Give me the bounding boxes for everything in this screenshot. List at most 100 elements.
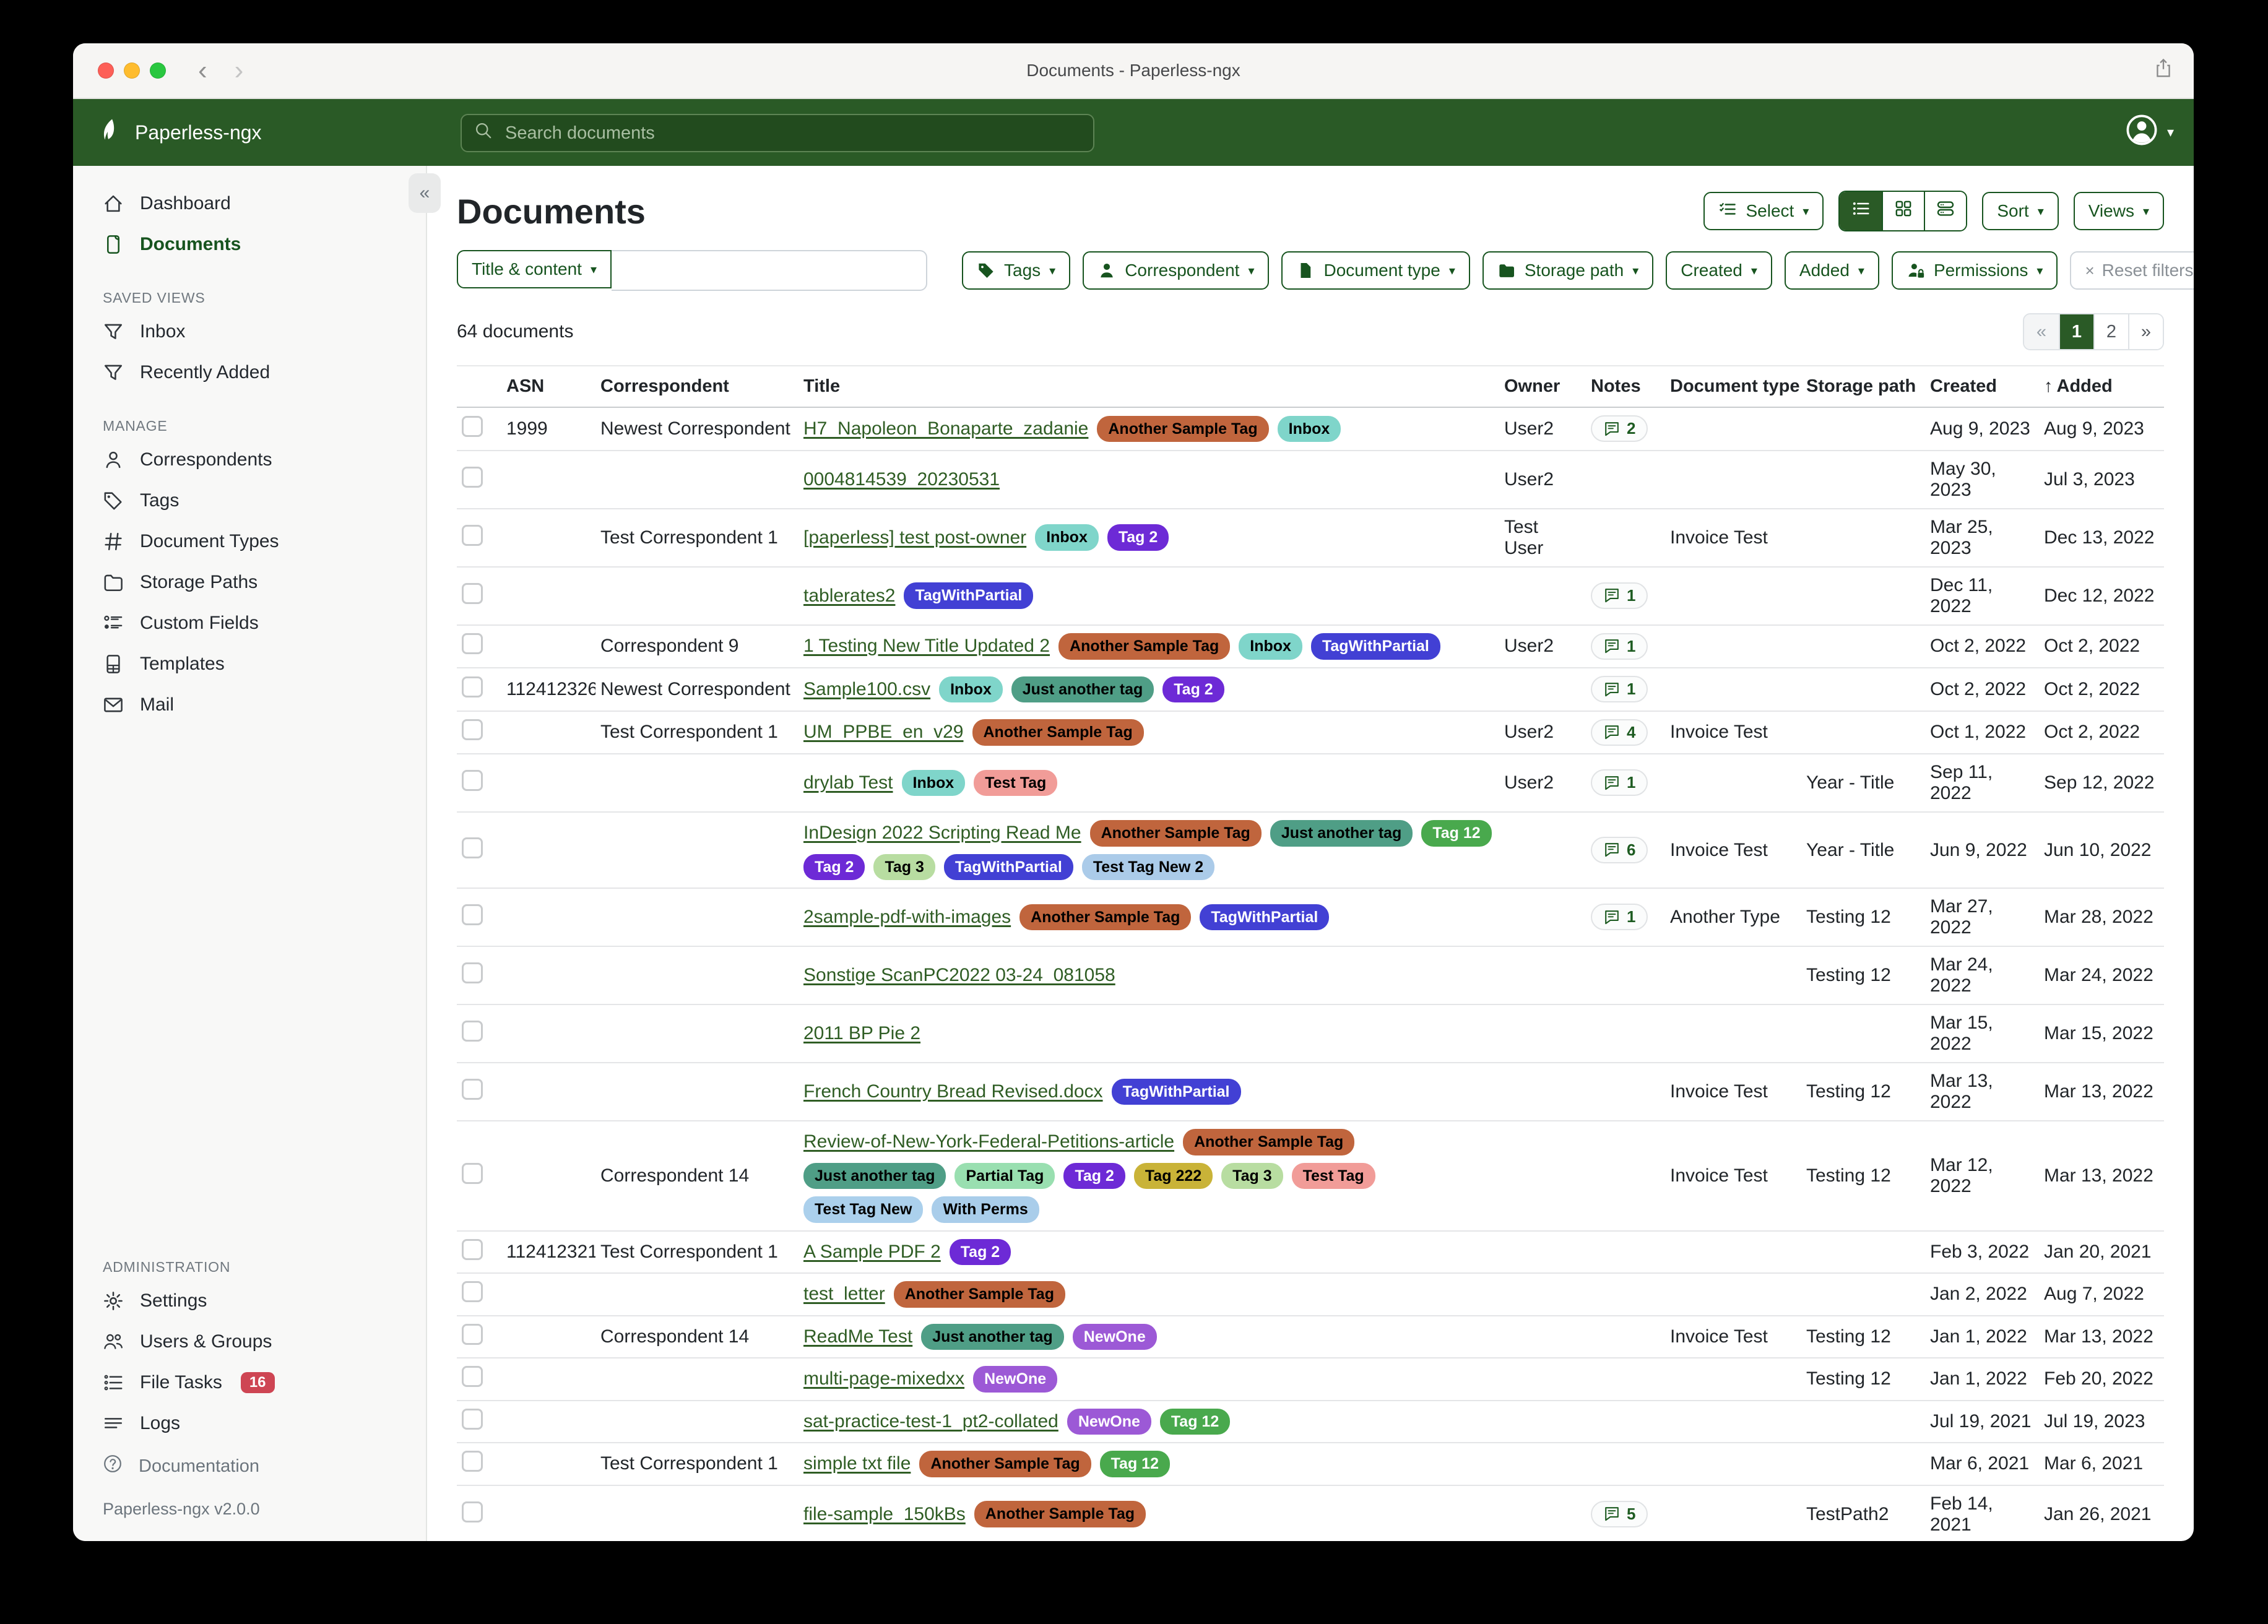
list-view-button[interactable] (1840, 192, 1882, 230)
user-menu[interactable]: ▾ (2125, 99, 2174, 166)
filter-button-added[interactable]: Added▾ (1785, 251, 1879, 290)
correspondent-link[interactable]: Newest Correspondent (600, 679, 790, 699)
row-checkbox[interactable] (462, 904, 483, 925)
sidebar-item-dashboard[interactable]: Dashboard (73, 183, 426, 224)
row-checkbox[interactable] (462, 1163, 483, 1184)
document-link[interactable]: 2sample-pdf-with-images (803, 907, 1011, 928)
row-checkbox[interactable] (462, 1409, 483, 1430)
notes-button[interactable]: 4 (1591, 719, 1648, 746)
row-checkbox[interactable] (462, 1366, 483, 1387)
row-checkbox[interactable] (462, 583, 483, 604)
sidebar-item-file-tasks[interactable]: File Tasks16 (73, 1362, 426, 1403)
row-checkbox[interactable] (462, 837, 483, 858)
document-link[interactable]: drylab Test (803, 772, 893, 793)
row-checkbox[interactable] (462, 633, 483, 654)
tag-badge[interactable]: Tag 3 (873, 854, 935, 881)
tag-badge[interactable]: Another Sample Tag (1019, 904, 1191, 931)
forward-icon[interactable]: › (235, 57, 244, 84)
document-link[interactable]: Sample100.csv (803, 679, 930, 700)
row-checkbox[interactable] (462, 1451, 483, 1472)
tag-badge[interactable]: Tag 2 (1107, 524, 1169, 551)
filter-button-storage-path[interactable]: Storage path▾ (1482, 251, 1653, 290)
tag-badge[interactable]: Just another tag (1270, 820, 1413, 847)
document-link[interactable]: tablerates2 (803, 585, 895, 607)
tag-badge[interactable]: NewOne (1073, 1324, 1157, 1350)
sidebar-item-documents[interactable]: Documents (73, 224, 426, 265)
sidebar-item-documentation[interactable]: Documentation (73, 1444, 426, 1488)
sidebar-item-mail[interactable]: Mail (73, 685, 426, 725)
filter-button-created[interactable]: Created▾ (1666, 251, 1772, 290)
row-checkbox[interactable] (462, 1501, 483, 1522)
tag-badge[interactable]: Just another tag (803, 1163, 946, 1190)
document-link[interactable]: A Sample PDF 2 (803, 1242, 941, 1263)
tag-badge[interactable]: Test Tag New 2 (1082, 854, 1214, 881)
tag-badge[interactable]: TagWithPartial (1112, 1079, 1241, 1105)
zoom-window-button[interactable] (150, 63, 166, 79)
detail-view-button[interactable] (1924, 192, 1966, 230)
tag-badge[interactable]: Tag 12 (1421, 820, 1491, 847)
notes-button[interactable]: 2 (1591, 415, 1648, 442)
filter-button-document-type[interactable]: Document type▾ (1281, 251, 1469, 290)
sidebar-item-custom-fields[interactable]: Custom Fields (73, 603, 426, 644)
tag-badge[interactable]: TagWithPartial (944, 854, 1073, 881)
tag-badge[interactable]: Inbox (1278, 416, 1341, 443)
sidebar-item-users-groups[interactable]: Users & Groups (73, 1321, 426, 1362)
correspondent-link[interactable]: Correspondent 14 (600, 1165, 749, 1186)
column-header-notes[interactable]: Notes (1586, 366, 1665, 407)
tag-badge[interactable]: Another Sample Tag (1090, 820, 1262, 847)
sidebar-item-templates[interactable]: Templates (73, 644, 426, 685)
tag-badge[interactable]: Test Tag New (803, 1196, 923, 1223)
document-link[interactable]: H7_Napoleon_Bonaparte_zadanie (803, 418, 1088, 439)
notes-button[interactable]: 1 (1591, 769, 1648, 796)
row-checkbox[interactable] (462, 525, 483, 546)
column-header-created[interactable]: Created (1925, 366, 2039, 407)
tag-badge[interactable]: Tag 12 (1100, 1451, 1170, 1477)
document-link[interactable]: 2011 BP Pie 2 (803, 1023, 920, 1044)
document-link[interactable]: 1 Testing New Title Updated 2 (803, 636, 1050, 657)
document-link[interactable]: French Country Bread Revised.docx (803, 1081, 1103, 1102)
back-icon[interactable]: ‹ (198, 57, 207, 84)
row-checkbox[interactable] (462, 676, 483, 698)
row-checkbox[interactable] (462, 467, 483, 488)
column-header-title[interactable]: Title (799, 366, 1499, 407)
tag-badge[interactable]: Inbox (1239, 633, 1302, 660)
title-content-input[interactable] (612, 250, 927, 291)
tag-badge[interactable]: TagWithPartial (1200, 904, 1329, 931)
sidebar-item-document-types[interactable]: Document Types (73, 521, 426, 562)
tag-badge[interactable]: NewOne (973, 1366, 1057, 1393)
row-checkbox[interactable] (462, 1324, 483, 1345)
share-icon[interactable] (2153, 58, 2174, 84)
column-header-document-type[interactable]: Document type (1665, 366, 1801, 407)
tag-badge[interactable]: Tag 3 (1221, 1163, 1283, 1190)
tag-badge[interactable]: Tag 222 (1134, 1163, 1213, 1190)
row-checkbox[interactable] (462, 719, 483, 740)
tag-badge[interactable]: NewOne (1067, 1409, 1151, 1435)
reset-filters-button[interactable]: × Reset filters (2070, 251, 2194, 290)
correspondent-link[interactable]: Correspondent 9 (600, 636, 738, 656)
correspondent-link[interactable]: Test Correspondent 1 (600, 722, 778, 742)
document-link[interactable]: sat-practice-test-1_pt2-collated (803, 1411, 1058, 1432)
row-checkbox[interactable] (462, 1281, 483, 1302)
grid-view-button[interactable] (1882, 192, 1924, 230)
row-checkbox[interactable] (462, 962, 483, 983)
tag-badge[interactable]: Tag 2 (1063, 1163, 1125, 1190)
filter-button-permissions[interactable]: Permissions▾ (1892, 251, 2058, 290)
document-link[interactable]: Review-of-New-York-Federal-Petitions-art… (803, 1131, 1174, 1152)
row-checkbox[interactable] (462, 1079, 483, 1100)
sort-button[interactable]: Sort▾ (1982, 192, 2058, 230)
tag-badge[interactable]: Inbox (1035, 524, 1099, 551)
minimize-window-button[interactable] (124, 63, 140, 79)
tag-badge[interactable]: Just another tag (921, 1324, 1063, 1350)
notes-button[interactable]: 6 (1591, 837, 1648, 863)
tag-badge[interactable]: Another Sample Tag (974, 1501, 1146, 1527)
tag-badge[interactable]: Just another tag (1011, 676, 1154, 703)
sidebar-collapse-button[interactable]: « (409, 173, 441, 213)
page-1-button[interactable]: 1 (2059, 314, 2093, 349)
document-link[interactable]: 0004814539_20230531 (803, 469, 1000, 490)
tag-badge[interactable]: Test Tag (1292, 1163, 1375, 1190)
app-brand[interactable]: Paperless-ngx (98, 117, 262, 148)
notes-button[interactable]: 1 (1591, 676, 1648, 702)
column-header-added[interactable]: ↑Added (2039, 366, 2164, 407)
close-window-button[interactable] (98, 63, 114, 79)
column-header-correspondent[interactable]: Correspondent (595, 366, 799, 407)
